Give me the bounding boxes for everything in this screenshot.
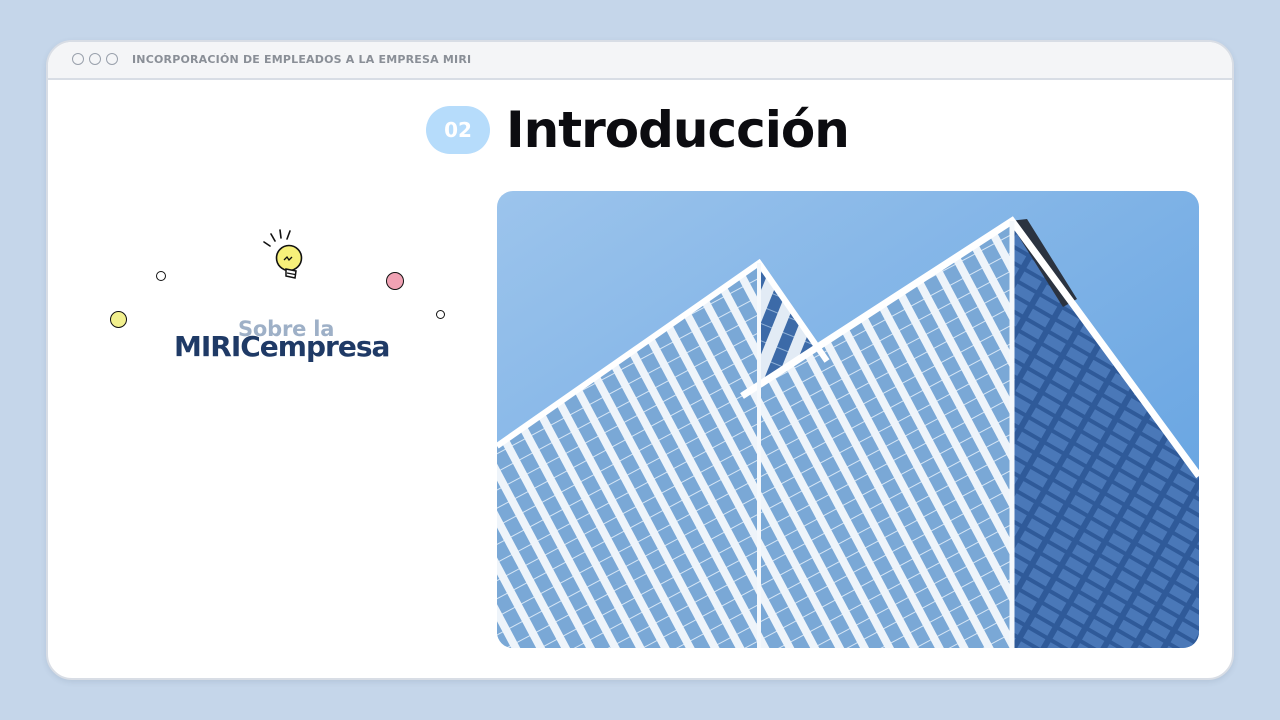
- brand-name: MIRICempresa: [174, 330, 390, 363]
- window-control-dot-2[interactable]: [89, 53, 101, 65]
- decorative-dot: [386, 272, 404, 290]
- decorative-dot: [436, 310, 445, 319]
- decorative-dot: [110, 311, 127, 328]
- section-number-badge: 02: [426, 106, 490, 154]
- window-titlebar: INCORPORACIÓN DE EMPLEADOS A LA EMPRESA …: [48, 42, 1232, 80]
- lightbulb-icon: [263, 229, 303, 279]
- window-title: INCORPORACIÓN DE EMPLEADOS A LA EMPRESA …: [132, 53, 472, 66]
- building-photo: [497, 191, 1199, 648]
- decorative-dot: [156, 271, 166, 281]
- page-title: Introducción: [506, 101, 850, 159]
- window-control-dot-1[interactable]: [72, 53, 84, 65]
- slide-window: INCORPORACIÓN DE EMPLEADOS A LA EMPRESA …: [46, 40, 1234, 680]
- section-heading: 02 Introducción: [426, 98, 850, 162]
- window-control-dot-3[interactable]: [106, 53, 118, 65]
